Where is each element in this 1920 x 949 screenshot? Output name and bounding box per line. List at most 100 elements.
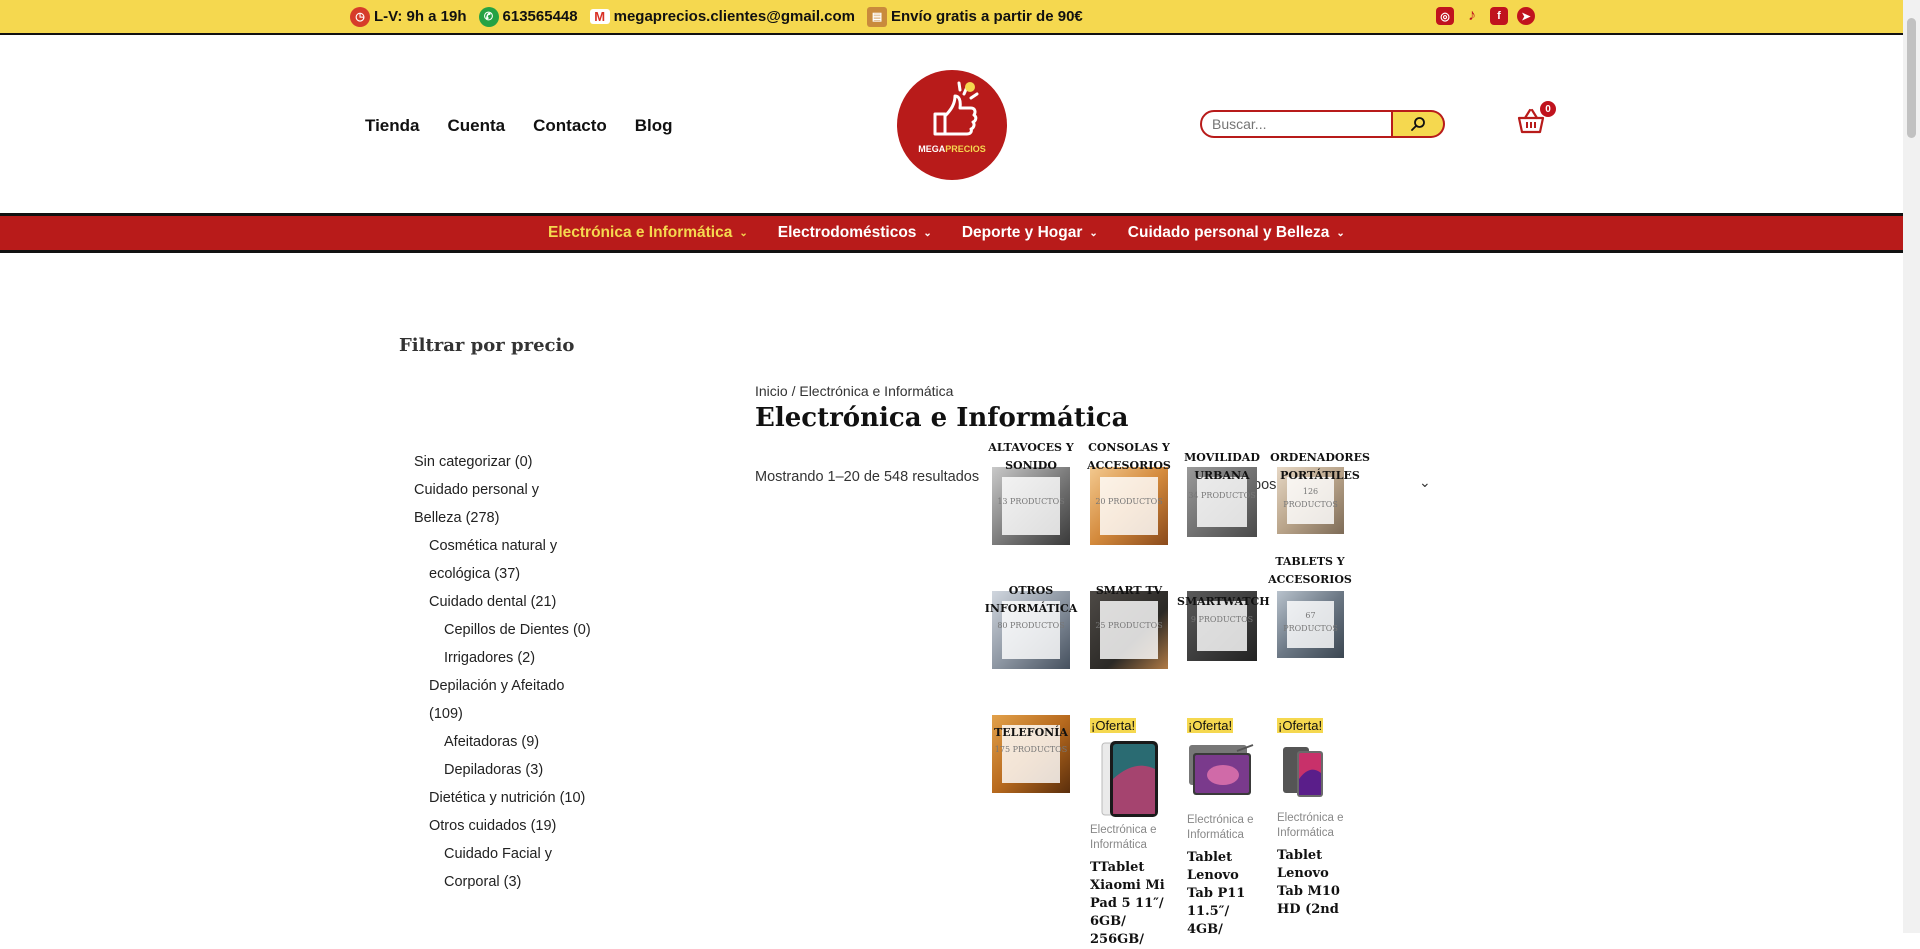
phone-item[interactable]: ✆ 613565448 — [478, 6, 578, 27]
breadcrumb-home[interactable]: Inicio — [755, 383, 788, 399]
product-image[interactable] — [1090, 739, 1170, 819]
category-item-cosmetica[interactable]: Cosmética natural y ecológica (37) — [414, 532, 579, 588]
category-menu-label: Electrónica e Informática — [548, 224, 733, 241]
category-item-cuidado-personal[interactable]: Cuidado personal y Belleza (278) — [414, 476, 584, 532]
search-input[interactable] — [1200, 110, 1393, 138]
category-item-cuidado-dental[interactable]: Cuidado dental (21) — [414, 588, 654, 616]
delivery-truck-icon: ▤ — [867, 6, 888, 27]
subcategory-count: 34 PRODUCTOS — [1188, 491, 1256, 500]
product-name[interactable]: TTablet Xiaomi Mi Pad 5 11″/ 6GB/ 256GB/ — [1090, 859, 1170, 949]
nav-blog[interactable]: Blog — [635, 116, 673, 136]
subcategory-count: 20 PRODUCTOS — [1095, 497, 1163, 506]
subcategory-name: SMART TV — [1095, 584, 1163, 597]
nav-tienda[interactable]: Tienda — [365, 116, 419, 136]
subcategory-count: 80 PRODUCTOS — [997, 621, 1065, 630]
product-image[interactable] — [1277, 739, 1345, 807]
subcategory-name: TABLETS Y ACCESORIOS — [1268, 555, 1352, 586]
page-title: Electrónica e Informática — [755, 403, 1129, 433]
category-item-dietetica[interactable]: Dietética y nutrición (10) — [414, 784, 654, 812]
instagram-icon[interactable]: ◎ — [1436, 7, 1454, 25]
top-info-bar: ◷ L-V: 9h a 19h ✆ 613565448 M megaprecio… — [0, 0, 1903, 35]
scrollbar-thumb[interactable] — [1907, 18, 1916, 138]
category-menu-deporte-hogar[interactable]: Deporte y Hogar ⌄ — [962, 224, 1098, 242]
subcategory-ordenadores[interactable]: ORDENADORES PORTÁTILES 126 PRODUCTOS — [1270, 451, 1370, 534]
product-category[interactable]: Electrónica e Informática — [1187, 813, 1257, 843]
subcategory-movilidad[interactable]: MOVILIDAD URBANA 34 PRODUCTOS — [1184, 451, 1260, 537]
search-form — [1200, 110, 1445, 138]
email-text[interactable]: megaprecios.clientes@gmail.com — [614, 8, 855, 25]
subcategory-consolas[interactable]: CONSOLAS Y ACCESORIOS 20 PRODUCTOS — [1087, 441, 1171, 545]
subcategory-count: 67 PRODUCTOS — [1283, 611, 1338, 633]
chevron-down-icon: ⌄ — [1336, 227, 1345, 239]
subcategory-count: 25 PRODUCTOS — [1095, 621, 1163, 630]
subcategory-name: ALTAVOCES Y SONIDO — [988, 441, 1074, 472]
subcategory-name: ORDENADORES PORTÁTILES — [1270, 451, 1370, 482]
product-category[interactable]: Electrónica e Informática — [1277, 811, 1345, 841]
subcategory-telefonia[interactable]: TELEFONÍA 175 PRODUCTOS — [992, 715, 1070, 793]
nav-contacto[interactable]: Contacto — [533, 116, 607, 136]
gmail-icon: M — [589, 9, 610, 24]
tablet-image — [1101, 741, 1158, 817]
thumbs-up-logo-icon — [933, 81, 979, 136]
breadcrumb: Inicio / Electrónica e Informática — [755, 383, 953, 399]
nav-cuenta[interactable]: Cuenta — [447, 116, 505, 136]
category-menu-label: Cuidado personal y Belleza — [1127, 224, 1330, 241]
facebook-icon[interactable]: f — [1490, 7, 1508, 25]
category-item-sin-categorizar[interactable]: Sin categorizar (0) — [414, 448, 654, 476]
subcategory-count: 175 PRODUCTOS — [994, 745, 1068, 754]
subcategory-name: MOVILIDAD URBANA — [1184, 451, 1260, 482]
category-item-depiladoras[interactable]: Depiladoras (3) — [414, 756, 654, 784]
shipping-item: ▤ Envío gratis a partir de 90€ — [867, 6, 1083, 27]
cart-button[interactable]: 0 — [1516, 101, 1556, 138]
site-logo[interactable]: MEGAPRECIOS — [897, 70, 1007, 180]
product-image[interactable] — [1187, 739, 1257, 809]
price-filter-title: Filtrar por precio — [399, 335, 575, 356]
tablet-image — [1189, 744, 1254, 795]
tablet-image — [1283, 747, 1323, 797]
phone-text[interactable]: 613565448 — [503, 8, 578, 25]
subcategory-name: TELEFONÍA — [994, 726, 1068, 739]
subcategory-count: 9 PRODUCTOS — [1190, 615, 1254, 624]
search-button[interactable] — [1393, 110, 1445, 138]
sale-badge: ¡Oferta! — [1187, 718, 1234, 733]
subcategory-tablets[interactable]: TABLETS Y ACCESORIOS 67 PRODUCTOS — [1268, 555, 1352, 658]
category-item-irrigadores[interactable]: Irrigadores (2) — [414, 644, 654, 672]
result-count: Mostrando 1–20 de 548 resultados — [755, 469, 980, 485]
main-nav: Tienda Cuenta Contacto Blog — [365, 116, 673, 136]
telegram-icon[interactable]: ➤ — [1517, 7, 1535, 25]
chevron-down-icon: ⌄ — [1089, 227, 1098, 239]
page-scrollbar[interactable] — [1903, 0, 1920, 933]
category-item-afeitadoras[interactable]: Afeitadoras (9) — [414, 728, 654, 756]
category-item-cuidado-facial[interactable]: Cuidado Facial y Corporal (3) — [414, 840, 574, 896]
tiktok-icon[interactable]: ♪ — [1463, 7, 1481, 25]
product-card[interactable]: ¡Oferta! Electrónica e Informática TTabl… — [1090, 717, 1170, 949]
sale-badge: ¡Oferta! — [1277, 718, 1324, 733]
category-menu-cuidado-personal[interactable]: Cuidado personal y Belleza ⌄ — [1128, 224, 1345, 242]
subcategory-smartwatch[interactable]: SMARTWATCH 9 PRODUCTOS — [1177, 591, 1270, 661]
product-category[interactable]: Electrónica e Informática — [1090, 823, 1170, 853]
breadcrumb-current: Electrónica e Informática — [799, 383, 954, 399]
sidebar: Filtrar por precio — [399, 335, 639, 356]
cart-count-badge: 0 — [1540, 101, 1556, 117]
subcategory-otros-informatica[interactable]: OTROS INFORMÁTICA 80 PRODUCTOS — [985, 584, 1077, 669]
category-list: Sin categorizar (0) Cuidado personal y B… — [414, 448, 654, 896]
sale-badge: ¡Oferta! — [1090, 718, 1137, 733]
category-menu-bar: Electrónica e Informática ⌄ Electrodomés… — [0, 213, 1903, 253]
category-menu-electronica[interactable]: Electrónica e Informática ⌄ — [548, 224, 748, 242]
category-menu-electrodomesticos[interactable]: Electrodomésticos ⌄ — [778, 224, 932, 242]
email-item[interactable]: M megaprecios.clientes@gmail.com — [589, 8, 855, 25]
subcategory-name: CONSOLAS Y ACCESORIOS — [1087, 441, 1171, 472]
category-menu-label: Deporte y Hogar — [961, 224, 1083, 241]
product-card[interactable]: ¡Oferta! Electrónica e Informática Table… — [1187, 717, 1257, 939]
product-name[interactable]: Tablet Lenovo Tab M10 HD (2nd — [1277, 847, 1345, 919]
product-name[interactable]: Tablet Lenovo Tab P11 11.5″/ 4GB/ — [1187, 849, 1257, 939]
product-card[interactable]: ¡Oferta! Electrónica e Informática Table… — [1277, 717, 1345, 919]
category-item-cepillos[interactable]: Cepillos de Dientes (0) — [414, 616, 654, 644]
category-item-depilacion[interactable]: Depilación y Afeitado (109) — [414, 672, 579, 728]
category-item-otros-cuidados[interactable]: Otros cuidados (19) — [414, 812, 654, 840]
chevron-down-icon[interactable]: ⌄ — [1419, 474, 1431, 491]
subcategory-smart-tv[interactable]: SMART TV 25 PRODUCTOS — [1090, 584, 1168, 669]
subcategory-altavoces[interactable]: ALTAVOCES Y SONIDO 13 PRODUCTOS — [988, 441, 1074, 545]
category-menu-label: Electrodomésticos — [777, 224, 917, 241]
whatsapp-icon: ✆ — [478, 6, 499, 27]
